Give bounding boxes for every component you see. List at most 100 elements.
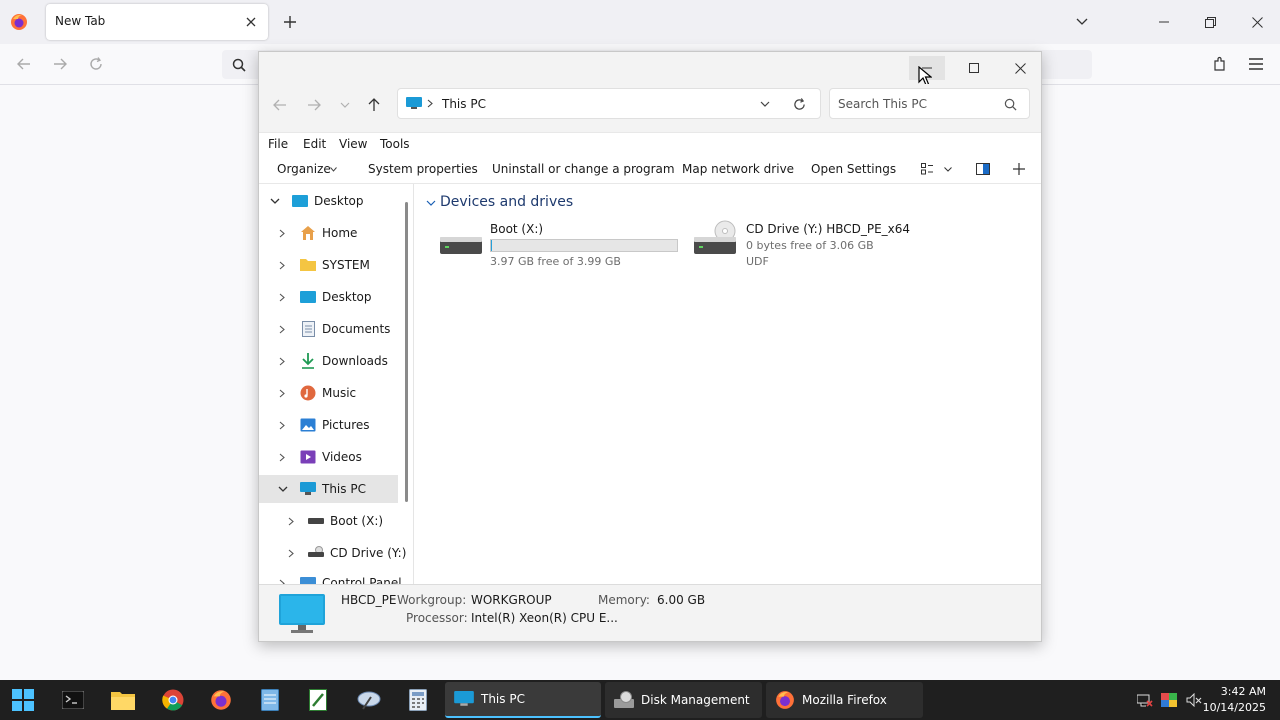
view-dropdown-icon[interactable] [942,162,954,176]
nav-label: This PC [322,482,366,496]
nav-item-downloads[interactable]: Downloads [259,347,398,375]
terminal-icon[interactable] [55,684,91,716]
nav-item-control-panel[interactable]: Control Panel [259,569,402,584]
new-tab-button[interactable] [280,12,300,32]
drive-free-space: 0 bytes free of 3.06 GB [746,239,874,252]
menu-file[interactable]: File [268,137,288,151]
chevron-right-icon[interactable] [287,548,295,558]
chevron-down-icon[interactable] [277,484,289,494]
nav-item-documents[interactable]: Documents [259,315,398,343]
nav-item-boot[interactable]: Boot (X:) [259,507,398,535]
close-button[interactable] [1002,56,1038,80]
nav-label: Documents [322,322,391,336]
up-arrow-icon[interactable] [365,96,383,114]
search-input[interactable]: Search This PC [829,88,1030,119]
nav-label: Music [322,386,357,400]
taskbar-window-disk-management[interactable]: Disk Management [605,682,762,718]
system-clock[interactable]: 3:42 AM 10/14/2025 [1203,684,1266,716]
nav-item-videos[interactable]: Videos [259,443,398,471]
window-title-bar[interactable] [259,52,1041,86]
display-settings-icon[interactable] [1160,691,1178,709]
preview-pane-icon[interactable] [975,161,991,177]
taskbar: This PC Disk Management Mozilla Firefox … [0,680,1280,720]
menu-edit[interactable]: Edit [303,137,326,151]
extensions-icon[interactable] [1210,54,1230,74]
back-arrow-icon[interactable] [271,96,289,114]
drive-name: Boot (X:) [490,222,544,236]
restore-icon[interactable] [1198,10,1222,34]
drive-filesystem: UDF [746,255,769,268]
taskbar-window-firefox[interactable]: Mozilla Firefox [766,682,923,718]
notepad-icon[interactable] [252,684,288,716]
nav-item-desktop-root[interactable]: Desktop [259,187,398,215]
breadcrumb[interactable]: This PC [442,97,486,111]
close-tab-icon[interactable] [242,13,260,31]
chevron-right-icon[interactable] [278,452,286,462]
add-icon[interactable] [1011,161,1027,177]
control-panel-icon [300,576,316,584]
open-settings-button[interactable]: Open Settings [811,162,896,176]
chevron-down-icon[interactable] [269,196,281,206]
address-dropdown-icon[interactable] [758,97,772,111]
memory-label: Memory: [598,593,650,607]
forward-icon[interactable] [50,54,70,74]
chevron-right-icon[interactable] [278,324,286,334]
map-network-drive-button[interactable]: Map network drive [682,162,794,176]
taskbar-window-this-pc[interactable]: This PC [445,682,601,718]
nav-item-home[interactable]: Home [259,219,398,247]
firefox-icon[interactable] [203,684,239,716]
taskbar-window-label: Disk Management [641,693,750,707]
forward-arrow-icon[interactable] [305,96,323,114]
nav-item-this-pc[interactable]: This PC [259,475,398,503]
recent-dropdown-icon[interactable] [337,96,353,114]
chevron-right-icon[interactable] [278,260,286,270]
editor-icon[interactable] [301,684,337,716]
clock-time: 3:42 AM [1220,685,1266,698]
processor-label: Processor: [406,611,468,625]
nav-scrollbar[interactable] [405,202,408,502]
chrome-icon[interactable] [155,684,191,716]
browser-tab-new-tab[interactable]: New Tab [46,4,268,40]
nav-item-cd-drive[interactable]: CD Drive (Y:) [259,539,406,567]
menu-view[interactable]: View [339,137,367,151]
organize-button[interactable]: Organize [277,162,331,176]
address-bar[interactable]: This PC [397,88,821,119]
view-layout-icon[interactable] [919,162,935,176]
uninstall-program-button[interactable]: Uninstall or change a program [492,162,675,176]
chevron-right-icon[interactable] [278,292,286,302]
pictures-icon [300,417,316,433]
nav-item-music[interactable]: Music [259,379,398,407]
drive-usage-fill [491,240,492,251]
search-placeholder: Search This PC [838,97,927,111]
calculator-icon[interactable] [400,684,436,716]
reload-icon[interactable] [86,54,106,74]
volume-muted-icon[interactable] [1185,691,1203,709]
refresh-icon[interactable] [791,96,807,112]
nav-item-desktop[interactable]: Desktop [259,283,398,311]
close-icon[interactable] [1245,10,1269,34]
network-icon[interactable] [1136,691,1154,709]
menu-icon[interactable] [1246,54,1266,74]
chevron-right-icon[interactable] [287,516,295,526]
chevron-right-icon[interactable] [278,388,286,398]
chevron-down-icon[interactable] [1072,12,1092,32]
start-button[interactable] [5,684,41,716]
section-collapse-icon[interactable] [425,197,437,209]
back-icon[interactable] [14,54,34,74]
drive-tile-cd[interactable]: CD Drive (Y:) HBCD_PE_x64 0 bytes free o… [691,220,991,268]
nav-item-pictures[interactable]: Pictures [259,411,398,439]
menu-tools[interactable]: Tools [380,137,410,151]
tab-title: New Tab [55,14,106,28]
nav-item-system[interactable]: SYSTEM [259,251,398,279]
system-properties-button[interactable]: System properties [368,162,478,176]
drive-tile-boot[interactable]: Boot (X:) 3.97 GB free of 3.99 GB [437,220,678,268]
file-explorer-icon[interactable] [105,684,141,716]
maximize-button[interactable] [956,56,992,80]
minimize-icon[interactable] [1152,10,1176,34]
chevron-right-icon[interactable] [278,228,286,238]
chevron-right-icon[interactable] [278,356,286,366]
desktop-icon [300,290,316,304]
tools-icon[interactable] [351,684,387,716]
browser-tab-bar: New Tab [0,0,1280,44]
chevron-right-icon[interactable] [278,420,286,430]
